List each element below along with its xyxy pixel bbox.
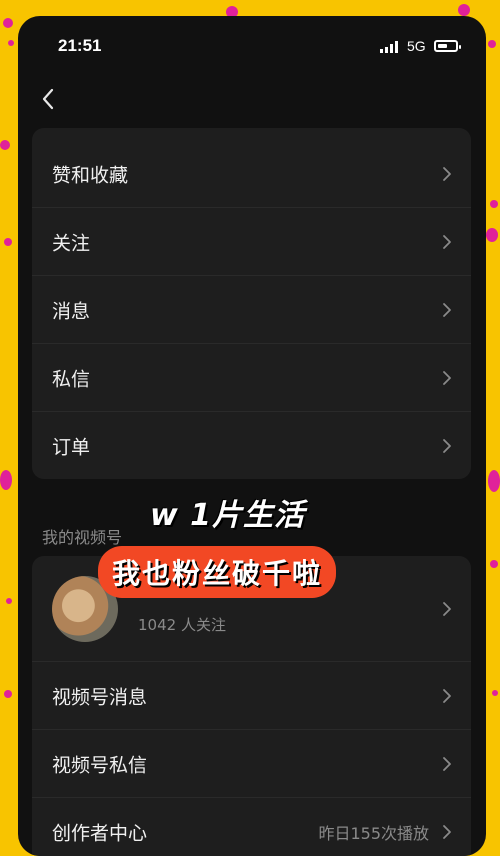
back-button[interactable] — [34, 84, 64, 114]
menu-item-label: 订单 — [52, 436, 91, 458]
menu-item-label: 视频号私信 — [52, 754, 148, 776]
decor-dot — [490, 560, 498, 568]
decor-dot — [4, 690, 12, 698]
chevron-right-icon — [443, 824, 451, 839]
menu-item-orders[interactable]: 订单 — [32, 412, 471, 479]
chevron-right-icon — [443, 302, 451, 317]
menu-item-label: 赞和收藏 — [52, 164, 129, 186]
menu-item-likes[interactable]: 赞和收藏 — [32, 140, 471, 208]
decor-dot — [4, 238, 12, 246]
decor-dot — [490, 200, 498, 208]
decor-dot — [486, 228, 498, 242]
network-type: 5G — [407, 38, 426, 54]
menu-item-label: 消息 — [52, 300, 91, 322]
chevron-left-icon — [42, 88, 54, 110]
menu-item-label: 视频号消息 — [52, 686, 148, 708]
decor-dot — [3, 18, 13, 28]
chevron-right-icon — [443, 756, 451, 771]
decor-dot — [488, 470, 500, 492]
decor-dot — [458, 4, 470, 16]
menu-item-label: 创作者中心 — [52, 822, 148, 844]
creator-stats: 昨日155次播放 — [318, 823, 429, 843]
chevron-right-icon — [443, 438, 451, 453]
battery-icon — [434, 40, 461, 52]
menu-item-private-messages[interactable]: 私信 — [32, 344, 471, 412]
chevron-right-icon — [443, 234, 451, 249]
chevron-right-icon — [443, 370, 451, 385]
decor-dot — [8, 40, 14, 46]
menu-item-channel-private-messages[interactable]: 视频号私信 — [32, 730, 471, 798]
menu-item-label: 私信 — [52, 368, 91, 390]
menu-item-messages[interactable]: 消息 — [32, 276, 471, 344]
chevron-right-icon — [443, 166, 451, 181]
menu-item-channel-messages[interactable]: 视频号消息 — [32, 662, 471, 730]
overlay-sticker: 我也粉丝破千啦 — [98, 546, 337, 598]
menu-item-label: 关注 — [52, 232, 91, 254]
status-time: 21:51 — [58, 36, 102, 55]
channel-card: 1042 人关注 视频号消息 视频号私信 创作者中心 昨日155次播放 — [32, 556, 471, 856]
menu-item-creator-center[interactable]: 创作者中心 昨日155次播放 — [32, 798, 471, 856]
decor-dot — [6, 598, 12, 604]
phone-screen: 21:51 5G 赞和收藏 关注 消息 私信 订单 我的视频号 1042 人关注… — [18, 16, 486, 856]
chevron-right-icon — [443, 688, 451, 703]
chevron-right-icon — [443, 601, 451, 616]
decor-dot — [488, 40, 496, 48]
decor-dot — [492, 690, 498, 696]
channel-section-title: 我的视频号 — [42, 528, 123, 547]
follower-count: 1042 人关注 — [138, 616, 226, 634]
overlay-caption: w 1片生活 — [150, 498, 306, 533]
status-bar: 21:51 5G — [18, 16, 486, 76]
decor-dot — [0, 140, 10, 150]
menu-card: 赞和收藏 关注 消息 私信 订单 — [32, 128, 471, 479]
signal-icon — [380, 41, 402, 53]
decor-dot — [0, 470, 12, 490]
menu-item-following[interactable]: 关注 — [32, 208, 471, 276]
